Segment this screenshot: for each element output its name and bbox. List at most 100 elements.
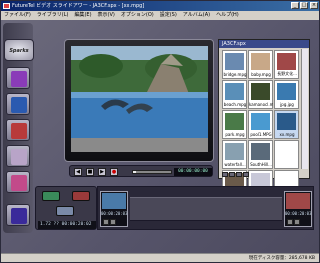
settings-button[interactable] — [6, 204, 30, 226]
clip-thumbnail — [102, 193, 126, 209]
album-last-button[interactable] — [243, 172, 249, 177]
edit-panel: 1.72 ?? 00:00:20:02 — [35, 186, 97, 230]
album-nav — [222, 172, 249, 177]
album-thumbnail[interactable]: bridge.mpg — [222, 50, 247, 79]
album-scrollbar[interactable] — [301, 49, 308, 169]
album-thumbnail[interactable]: jpg.jpg — [274, 80, 299, 109]
capture-icon — [11, 71, 27, 87]
thumbnail-image — [251, 53, 270, 70]
thumbnail-label: kamanocl.mpg — [249, 102, 273, 107]
capture-button[interactable] — [6, 67, 30, 89]
album-thumbnail[interactable]: waterfall... — [222, 140, 247, 169]
storyboard-timeline: 00:00:20:03 00:00:20:03 — [97, 186, 314, 230]
thumbnail-label: bridge.mpg — [223, 72, 247, 77]
thumbnail-image — [251, 83, 270, 100]
edit-info: 1.72 ?? 00:00:20:02 — [38, 221, 96, 229]
thumbnail-label: xx.mpg — [279, 132, 295, 137]
album-thumbnail[interactable]: kamanocl.mpg — [248, 80, 273, 109]
window-title: FutureTel ビデオ スライドアワー - JA3CF.spx - [xx.… — [12, 3, 145, 9]
thumbnail-image — [225, 83, 244, 100]
title-bar: FutureTel ビデオ スライドアワー - JA3CF.spx - [xx.… — [1, 1, 319, 11]
camera-button[interactable] — [6, 93, 30, 115]
menu-settings[interactable]: 設定(S) — [157, 11, 180, 20]
thumbnail-label: jpg.jpg — [280, 102, 294, 107]
effects-icon — [11, 175, 27, 191]
thumbnail-label: 長野文化... — [277, 71, 297, 76]
album-thumbnail[interactable] — [274, 140, 299, 169]
camera-icon — [11, 97, 27, 113]
clip-out-button[interactable] — [110, 219, 116, 225]
thumbnail-image — [225, 143, 244, 160]
menu-file[interactable]: ファイル(F) — [1, 11, 34, 20]
thumbnail-label: baby.mpg — [251, 72, 271, 77]
thumbnail-image — [277, 53, 296, 70]
album-thumbnail[interactable]: xx.mpg — [274, 110, 299, 139]
video-frame-image — [71, 46, 208, 152]
album-thumbnail[interactable]: park.mpg — [222, 110, 247, 139]
thumbnail-image — [225, 113, 244, 130]
album-panel: JA3CF.spx bridge.mpg baby.mpg 長野文化... beach… — [218, 39, 310, 199]
album-thumbnail[interactable]: 長野文化... — [274, 50, 299, 79]
stop-button[interactable]: ■ — [86, 168, 94, 176]
disk-space-status: 現在ディスク容量：285,678 KB — [248, 256, 315, 261]
seek-slider[interactable] — [132, 170, 172, 174]
speaker-icon — [11, 123, 27, 139]
tools-icon — [11, 149, 27, 165]
playback-controls: ◀ ■ ▶ ● 00:00:00:00 — [69, 165, 213, 177]
thumbnail-image — [251, 143, 270, 160]
album-prev-button[interactable] — [229, 172, 235, 177]
timeline-track[interactable] — [130, 197, 282, 221]
clip-thumbnail — [286, 193, 310, 209]
play-button[interactable]: ▶ — [98, 168, 106, 176]
delete-button[interactable] — [72, 191, 90, 201]
audio-button[interactable] — [6, 119, 30, 141]
album-thumbnail[interactable]: baby.mpg — [248, 50, 273, 79]
menu-help[interactable]: ヘルプ(H) — [213, 11, 242, 20]
timeline-clip[interactable]: 00:00:20:03 — [100, 191, 128, 227]
status-bar: 現在ディスク容量：285,678 KB — [1, 253, 319, 262]
thumbnail-label: park.mpg — [225, 132, 245, 137]
album-first-button[interactable] — [222, 172, 228, 177]
thumbnail-label: waterfall... — [224, 162, 246, 167]
effects-button[interactable] — [6, 171, 30, 193]
minimize-button[interactable]: _ — [291, 2, 299, 9]
menu-bar: ファイル(F) ライブラリ(L) 編集(E) 表示(V) オプション(O) 設定… — [1, 11, 319, 20]
settings-icon — [11, 208, 27, 224]
preview-monitor — [64, 39, 214, 162]
app-window: FutureTel ビデオ スライドアワー - JA3CF.spx - [xx.… — [0, 0, 320, 263]
clip-out-button[interactable] — [294, 219, 300, 225]
clip-timecode: 00:00:20:03 — [101, 211, 128, 216]
maximize-button[interactable]: □ — [300, 2, 308, 9]
clip-in-button[interactable] — [103, 219, 109, 225]
sparks-logo-button[interactable]: Sparks — [4, 39, 34, 61]
clip-timecode: 00:00:20:03 — [285, 211, 312, 216]
seek-fill — [133, 171, 137, 173]
thumbnail-image — [277, 113, 296, 130]
album-thumbnail[interactable]: SouthHill... — [248, 140, 273, 169]
app-icon — [3, 3, 10, 9]
thumbnail-image — [225, 53, 244, 70]
menu-library[interactable]: ライブラリ(L) — [34, 11, 72, 20]
thumbnail-image — [277, 83, 296, 100]
thumbnail-label: SouthHill... — [250, 162, 272, 167]
split-button[interactable] — [42, 191, 60, 201]
album-thumbnail[interactable]: pool1.MPG — [248, 110, 273, 139]
album-thumbnails: bridge.mpg baby.mpg 長野文化... beach.mpg kamano… — [222, 50, 300, 199]
menu-view[interactable]: 表示(V) — [95, 11, 118, 20]
album-title: JA3CF.spx — [219, 40, 309, 48]
menu-option[interactable]: オプション(O) — [118, 11, 157, 20]
tools-button[interactable] — [6, 145, 30, 167]
close-button[interactable]: × — [310, 2, 318, 9]
timeline-clip[interactable]: 00:00:20:03 — [284, 191, 312, 227]
album-thumbnail[interactable]: beach.mpg — [222, 80, 247, 109]
thumbnail-label: beach.mpg — [223, 102, 247, 107]
record-button[interactable]: ● — [110, 168, 118, 176]
menu-album[interactable]: アルバム(A) — [180, 11, 213, 20]
album-next-button[interactable] — [236, 172, 242, 177]
thumbnail-label: pool1.MPG — [250, 132, 272, 137]
trim-button[interactable] — [56, 206, 74, 216]
clip-in-button[interactable] — [287, 219, 293, 225]
rewind-button[interactable]: ◀ — [74, 168, 82, 176]
video-preview[interactable] — [71, 46, 208, 152]
menu-edit[interactable]: 編集(E) — [71, 11, 94, 20]
